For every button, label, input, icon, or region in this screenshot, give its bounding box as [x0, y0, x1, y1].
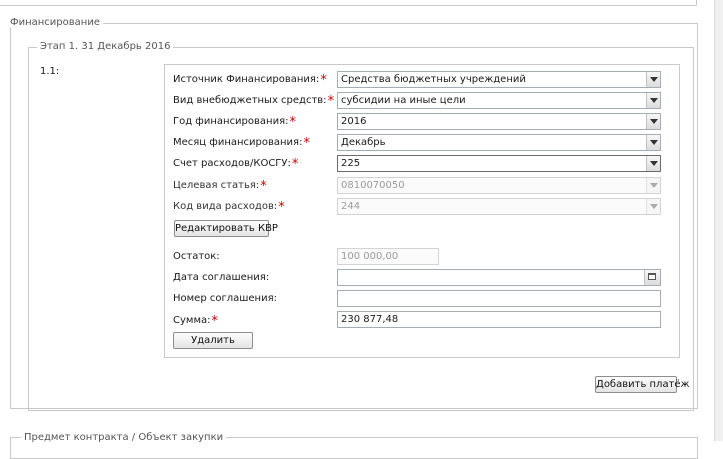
- chevron-down-icon[interactable]: [646, 93, 660, 108]
- funds-type-select[interactable]: субсидии на иные цели: [337, 92, 661, 109]
- agreement-number-field[interactable]: [337, 290, 661, 307]
- source-select[interactable]: Средства бюджетных учреждений: [337, 71, 661, 88]
- chevron-down-icon: [646, 199, 660, 214]
- amount-field[interactable]: 230 877,48: [337, 311, 661, 328]
- delete-button[interactable]: Удалить: [173, 332, 253, 349]
- month-label: Месяц финансирования:*: [173, 136, 310, 151]
- target-article-select: 0810070050: [337, 177, 661, 194]
- year-label: Год финансирования:*: [173, 115, 296, 130]
- agreement-number-label: Номер соглашения:: [173, 293, 277, 304]
- chevron-down-icon[interactable]: [646, 114, 660, 129]
- agreement-date-field[interactable]: [337, 269, 661, 286]
- remainder-label: Остаток:: [173, 251, 220, 262]
- target-article-value: 0810070050: [341, 180, 405, 191]
- expense-type-label: Код вида расходов:*: [173, 200, 285, 215]
- kosgu-value: 225: [341, 158, 361, 169]
- source-value: Средства бюджетных учреждений: [341, 74, 526, 85]
- chevron-down-icon: [646, 178, 660, 193]
- previous-section-border-right: [696, 0, 697, 6]
- expense-type-value: 244: [341, 201, 361, 212]
- chevron-down-icon[interactable]: [646, 135, 660, 150]
- amount-label: Сумма:*: [173, 314, 218, 329]
- chevron-down-icon[interactable]: [646, 72, 660, 87]
- edit-kvr-button[interactable]: Редактировать КВР: [174, 220, 278, 237]
- expense-type-select: 244: [337, 198, 661, 215]
- source-label: Источник Финансирования:*: [173, 73, 327, 88]
- calendar-icon[interactable]: [644, 270, 660, 285]
- kosgu-select[interactable]: 225: [337, 155, 661, 172]
- month-value: Декабрь: [341, 137, 386, 148]
- funds-type-value: субсидии на иные цели: [341, 95, 466, 106]
- chevron-down-icon[interactable]: [646, 156, 660, 171]
- month-select[interactable]: Декабрь: [337, 134, 661, 151]
- next-section-legend: Предмет контракта / Объект закупки: [21, 432, 227, 443]
- add-payment-button[interactable]: Добавить платёж: [595, 376, 690, 393]
- agreement-date-label: Дата соглашения:: [173, 272, 270, 283]
- previous-section-border: [0, 5, 696, 6]
- page-scrollbar[interactable]: [714, 0, 723, 441]
- funds-type-label: Вид внебюджетных средств:*: [173, 94, 335, 109]
- item-number: 1.1:: [40, 66, 60, 77]
- stage-legend: Этап 1. 31 Декабрь 2016: [37, 41, 174, 52]
- amount-value: 230 877,48: [341, 314, 399, 325]
- financing-legend: Финансирование: [7, 17, 103, 28]
- target-article-label: Целевая статья:*: [173, 179, 267, 194]
- year-select[interactable]: 2016: [337, 113, 661, 130]
- year-value: 2016: [341, 116, 367, 127]
- kosgu-label: Счет расходов/КОСГУ:*: [173, 157, 299, 172]
- remainder-field: 100 000,00: [337, 248, 439, 265]
- remainder-value: 100 000,00: [341, 251, 399, 262]
